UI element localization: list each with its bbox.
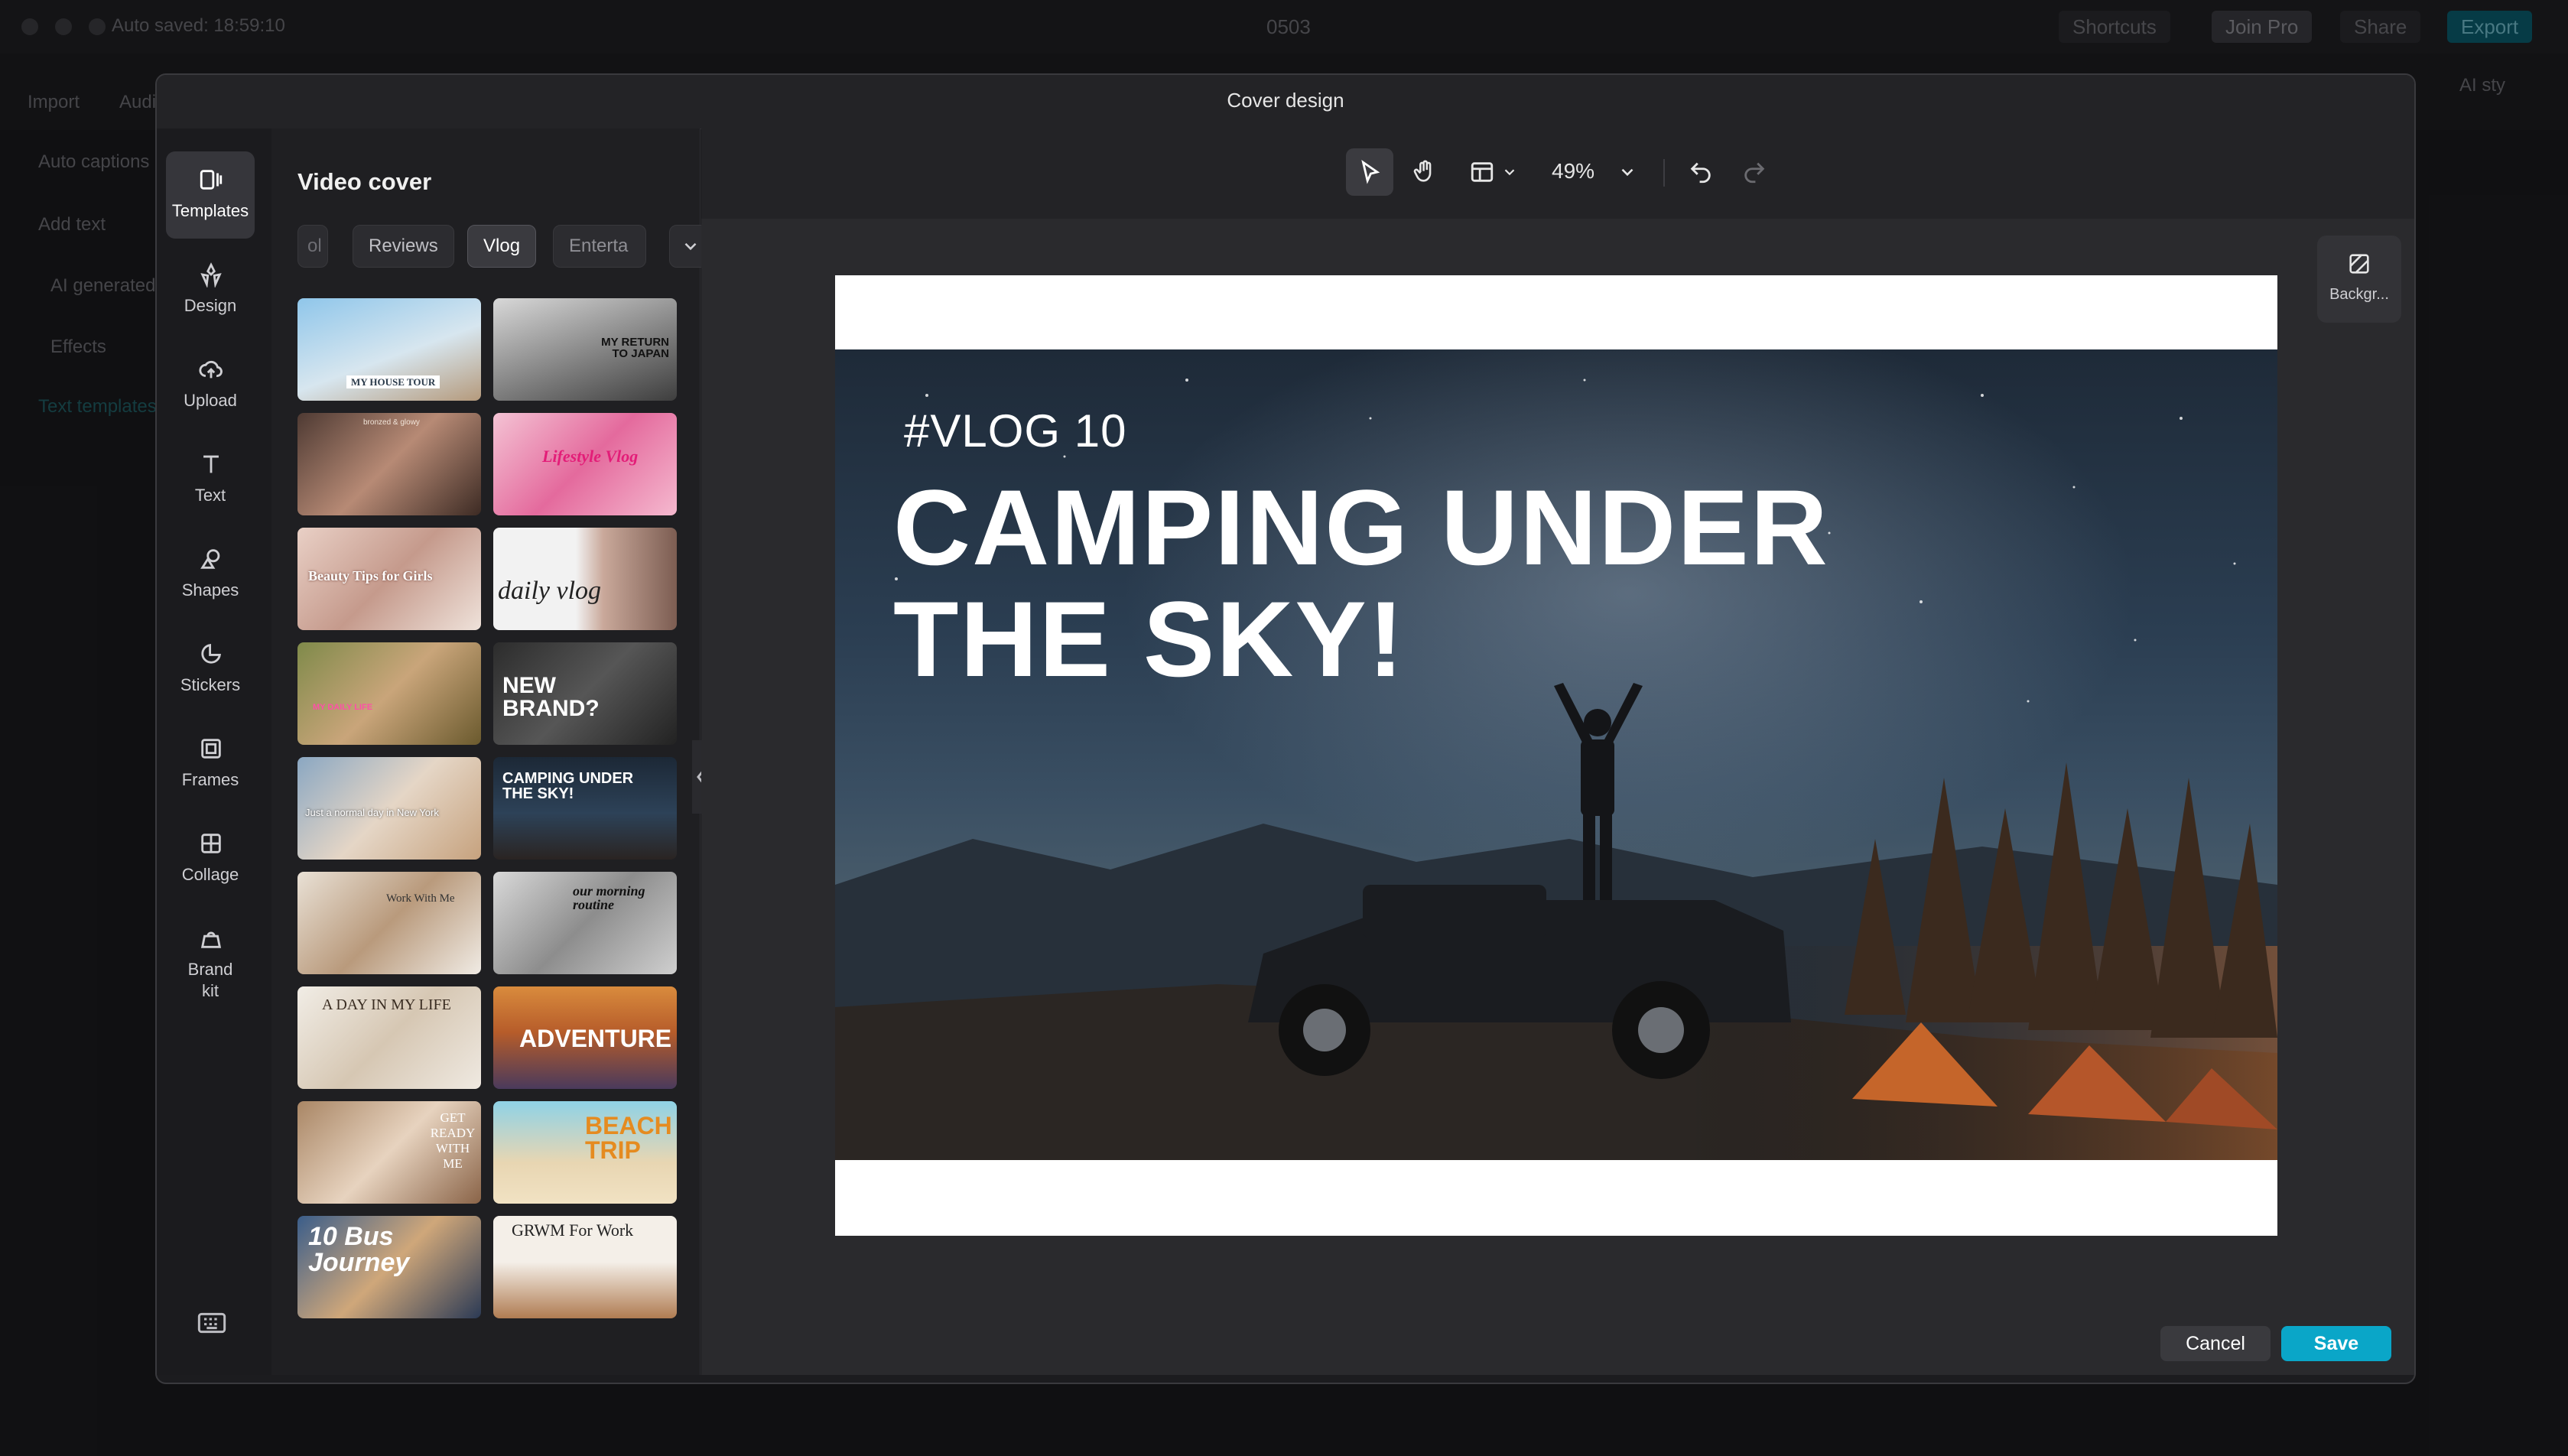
shapes-icon	[200, 549, 220, 569]
chevron-down-icon	[684, 242, 697, 251]
chip-vlog[interactable]: Vlog	[467, 225, 537, 268]
collage-icon	[201, 834, 221, 853]
upload-icon	[199, 360, 223, 379]
nav-upload[interactable]: Upload	[166, 341, 255, 428]
nav-shapes[interactable]: Shapes	[166, 531, 255, 618]
template-thumb[interactable]: Beauty Tips for Girls	[297, 528, 481, 630]
background-tool-button[interactable]: Backgr...	[2317, 236, 2401, 323]
template-thumb[interactable]: CAMPING UNDER THE SKY!	[493, 757, 677, 860]
nav-text[interactable]: Text	[166, 436, 255, 523]
cover-title[interactable]: CAMPING UNDER THE SKY!	[893, 472, 1829, 695]
toolbar-divider	[1663, 159, 1665, 187]
chip-reviews[interactable]: Reviews	[353, 225, 454, 268]
layout-dropdown-button[interactable]	[1458, 148, 1527, 196]
panel-title: Video cover	[297, 168, 432, 195]
redo-button[interactable]	[1731, 148, 1778, 196]
cancel-button[interactable]: Cancel	[2160, 1326, 2271, 1361]
template-thumb[interactable]: GET READY WITH ME	[297, 1101, 481, 1204]
templates-icon	[200, 170, 223, 190]
nav-templates[interactable]: Templates	[166, 151, 255, 239]
frames-icon	[201, 739, 221, 759]
template-thumb[interactable]: A DAY IN MY LIFE	[297, 986, 481, 1089]
template-thumb[interactable]: NEW BRAND?	[493, 642, 677, 745]
cover-canvas[interactable]: #VLOG 10 CAMPING UNDER THE SKY!	[835, 275, 2277, 1236]
template-grid: MY HOUSE TOUR MY RETURN TO JAPAN bronzed…	[297, 298, 680, 1375]
nav-design[interactable]: Design	[166, 246, 255, 333]
template-thumb[interactable]: ADVENTURE	[493, 986, 677, 1089]
design-icon	[200, 262, 222, 288]
template-thumb[interactable]: Just a normal day in New York	[297, 757, 481, 860]
undo-button[interactable]	[1677, 148, 1724, 196]
template-thumb[interactable]: our morning routine	[493, 872, 677, 974]
template-thumb[interactable]: Work With Me	[297, 872, 481, 974]
chip-partial[interactable]: ol	[297, 225, 328, 268]
zoom-dropdown-button[interactable]	[1610, 148, 1648, 196]
modal-title: Cover design	[1227, 89, 1344, 112]
template-thumb[interactable]: Lifestyle Vlog	[493, 413, 677, 515]
cover-title-line1: CAMPING UNDER	[893, 467, 1829, 587]
template-thumb[interactable]: GRWM For Work	[493, 1216, 677, 1318]
nav-collage[interactable]: Collage	[166, 815, 255, 902]
redo-icon	[1744, 162, 1765, 184]
category-chips: ol Reviews Vlog Enterta	[297, 225, 712, 268]
nav-stickers[interactable]: Stickers	[166, 626, 255, 713]
chevron-down-icon	[1504, 169, 1515, 176]
cover-photo[interactable]: #VLOG 10 CAMPING UNDER THE SKY!	[835, 349, 2277, 1160]
template-panel: Video cover ol Reviews Vlog Enterta MY H…	[271, 128, 712, 1375]
template-thumb[interactable]: BEACH TRIP	[493, 1101, 677, 1204]
zoom-level[interactable]: 49%	[1552, 159, 1594, 184]
undo-icon	[1690, 162, 1711, 184]
template-thumb[interactable]: daily vlog	[493, 528, 677, 630]
save-button[interactable]: Save	[2281, 1326, 2391, 1361]
template-thumb[interactable]: bronzed & glowy	[297, 413, 481, 515]
brand-kit-icon	[200, 931, 222, 948]
canvas-toolbar: 49%	[701, 128, 2414, 219]
stickers-icon	[201, 644, 221, 664]
hand-tool-button[interactable]	[1401, 148, 1448, 196]
background-icon	[2349, 254, 2369, 274]
cover-subtitle[interactable]: #VLOG 10	[904, 405, 1127, 457]
template-thumb[interactable]: 10 Bus Journey	[297, 1216, 481, 1318]
select-tool-button[interactable]	[1346, 148, 1393, 196]
chevron-down-icon	[1621, 168, 1633, 177]
nav-rail: Templates Design Upload Text Shapes Stic…	[157, 128, 271, 1375]
template-thumb[interactable]: MY HOUSE TOUR	[297, 298, 481, 401]
nav-brand-kit[interactable]: Brand kit	[166, 910, 255, 1017]
text-icon	[203, 455, 219, 473]
cover-title-line2: THE SKY!	[893, 579, 1406, 699]
keyboard-icon[interactable]	[197, 1308, 227, 1338]
template-thumb[interactable]: MY RETURN TO JAPAN	[493, 298, 677, 401]
chip-entertainment[interactable]: Enterta	[553, 225, 646, 268]
modal-header: Cover design	[157, 75, 2414, 129]
cursor-icon	[1361, 159, 1380, 184]
hand-icon	[1413, 160, 1432, 182]
layout-icon	[1471, 162, 1494, 182]
template-thumb[interactable]: MY DAILY LIFE	[297, 642, 481, 745]
nav-frames[interactable]: Frames	[166, 720, 255, 808]
